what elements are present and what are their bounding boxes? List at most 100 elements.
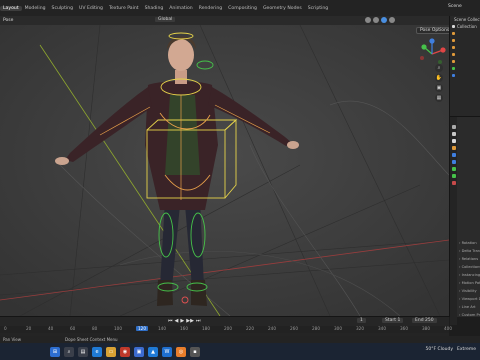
- properties-section-header[interactable]: › Visibility: [459, 289, 477, 293]
- chrome-browser-icon[interactable]: ◉: [120, 346, 130, 357]
- frame-tick-label: 160: [180, 326, 188, 331]
- frame-tick-label: 120: [136, 326, 148, 331]
- frame-tick-label: 140: [158, 326, 166, 331]
- end-frame-field[interactable]: End 250: [412, 318, 437, 323]
- properties-section-header[interactable]: › Delta Transform: [459, 249, 480, 253]
- frame-tick-label: 20: [26, 326, 32, 331]
- outliner-item[interactable]: Scene Collection: [450, 16, 480, 23]
- properties-section-header[interactable]: › Custom Properties: [459, 313, 480, 317]
- wireframe-shading-button[interactable]: [365, 17, 371, 23]
- prev-key-icon[interactable]: ◀: [175, 318, 179, 324]
- workspace-tab-shading[interactable]: Shading: [142, 6, 167, 11]
- start-menu-icon[interactable]: ⊞: [50, 346, 60, 357]
- particles-tab-icon[interactable]: [451, 160, 456, 164]
- properties-section-header[interactable]: › Line Art: [459, 305, 476, 309]
- tool-tab-icon[interactable]: [451, 125, 456, 129]
- rendered-shading-button[interactable]: [389, 17, 395, 23]
- end-label: End: [415, 318, 424, 323]
- perspective-toggle-icon[interactable]: ▦: [435, 94, 443, 102]
- zoom-icon[interactable]: ⌕: [435, 64, 443, 72]
- outliner-item[interactable]: [450, 65, 480, 72]
- properties-section-header[interactable]: › Instancing: [459, 273, 480, 277]
- workspace-tab-uv-editing[interactable]: UV Editing: [76, 6, 106, 11]
- search-icon[interactable]: ⌕: [64, 346, 74, 357]
- frame-tick-label: 340: [378, 326, 386, 331]
- workspace-tab-scripting[interactable]: Scripting: [305, 6, 331, 11]
- navigation-tools: ⌕ ✋ ▣ ▦: [435, 64, 443, 102]
- viewport-header: Pose Global: [0, 16, 449, 25]
- workspace-tab-geometry-nodes[interactable]: Geometry Nodes: [260, 6, 305, 11]
- play-icon[interactable]: ▶: [180, 318, 184, 324]
- edge-browser-icon[interactable]: e: [92, 346, 102, 357]
- output-tab-icon[interactable]: [451, 139, 456, 143]
- shading-buttons: [365, 17, 395, 23]
- navigation-gizmo[interactable]: [416, 36, 448, 70]
- outliner-item[interactable]: [450, 51, 480, 58]
- outliner-item[interactable]: [450, 58, 480, 65]
- camera-view-icon[interactable]: ▣: [435, 84, 443, 92]
- outliner-item[interactable]: [450, 72, 480, 79]
- outliner-item[interactable]: [450, 44, 480, 51]
- pose-options-button[interactable]: Pose Options: [416, 27, 454, 34]
- pan-hand-icon[interactable]: ✋: [435, 74, 443, 82]
- frame-tick-label: 40: [48, 326, 54, 331]
- material-tab-icon[interactable]: [451, 181, 456, 185]
- end-value: 250: [425, 318, 434, 323]
- task-view-icon[interactable]: ▤: [78, 346, 88, 357]
- next-key-icon[interactable]: ▶▶: [186, 318, 194, 324]
- data-tab-icon[interactable]: [451, 167, 456, 171]
- bone-tab-icon[interactable]: [451, 174, 456, 178]
- object-tab-icon[interactable]: [451, 146, 456, 150]
- frame-tick-label: 320: [356, 326, 364, 331]
- frame-ruler[interactable]: 0 20 40 60 80 100 120 140 160 180 200 220 240 260 280 3…: [0, 326, 452, 333]
- frame-tick-label: 240: [268, 326, 276, 331]
- workspace-tab-rendering[interactable]: Rendering: [196, 6, 225, 11]
- outliner-item-icon: [452, 39, 455, 42]
- frame-tick-label: 60: [70, 326, 76, 331]
- properties-section-header[interactable]: › Relations: [459, 257, 478, 261]
- word-icon[interactable]: W: [162, 346, 172, 357]
- properties-section-header[interactable]: › Motion Paths: [459, 281, 480, 285]
- workspace-tab-animation[interactable]: Animation: [166, 6, 195, 11]
- scene-label[interactable]: Scene: [448, 4, 462, 9]
- outliner-item[interactable]: Collection: [450, 23, 480, 30]
- workspace-tab-compositing[interactable]: Compositing: [225, 6, 260, 11]
- outliner-item-icon: [452, 32, 455, 35]
- blender-icon[interactable]: ◎: [176, 346, 186, 357]
- 3d-viewport[interactable]: [0, 25, 449, 316]
- outliner-item-icon: [452, 74, 455, 77]
- workspace-tab-sculpting[interactable]: Sculpting: [49, 6, 76, 11]
- frame-tick-label: 400: [444, 326, 452, 331]
- solid-shading-button[interactable]: [373, 17, 379, 23]
- workspace-tab-texture-paint[interactable]: Texture Paint: [106, 6, 142, 11]
- transform-orientation-dropdown[interactable]: Global: [155, 17, 176, 22]
- photos-icon[interactable]: ▲: [148, 346, 158, 357]
- outliner-item[interactable]: [450, 30, 480, 37]
- weather-text[interactable]: 50°F Cloudy: [426, 347, 454, 352]
- workspace-tab-modeling[interactable]: Modeling: [22, 6, 49, 11]
- jump-start-icon[interactable]: ⏮: [168, 318, 173, 324]
- store-icon[interactable]: ▣: [134, 346, 144, 357]
- interaction-mode-selector[interactable]: Pose: [0, 18, 13, 23]
- status-bar: Pan View Dope Sheet Context Menu: [0, 336, 480, 343]
- material-shading-button[interactable]: [381, 17, 387, 23]
- outliner-item[interactable]: [450, 37, 480, 44]
- start-frame-field[interactable]: Start 1: [382, 318, 404, 323]
- timeline-controls: ⏮ ◀ ▶ ▶▶ ⏭ 1 Start 1 End 250: [0, 317, 449, 326]
- render-tab-icon[interactable]: [451, 132, 456, 136]
- file-explorer-icon[interactable]: ▭: [106, 346, 116, 357]
- app-icon[interactable]: ▪: [190, 346, 200, 357]
- properties-section-header[interactable]: › Collections: [459, 265, 480, 269]
- properties-section-header[interactable]: › Viewport Display: [459, 297, 480, 301]
- current-frame-field[interactable]: 1: [357, 318, 366, 323]
- jump-end-icon[interactable]: ⏭: [196, 318, 201, 324]
- modifier-tab-icon[interactable]: [451, 153, 456, 157]
- outliner-item-icon: [452, 67, 455, 70]
- frame-tick-label: 0: [4, 326, 7, 331]
- properties-panel: › Rotation › Delta Transform › Relations › …: [449, 116, 480, 325]
- properties-section-header[interactable]: › Rotation: [459, 241, 477, 245]
- workspace-tab-layout[interactable]: Layout: [0, 5, 22, 11]
- properties-tabs: [450, 117, 457, 325]
- outliner-item-icon: [452, 25, 455, 28]
- outliner-item-label: Scene Collection: [454, 17, 480, 22]
